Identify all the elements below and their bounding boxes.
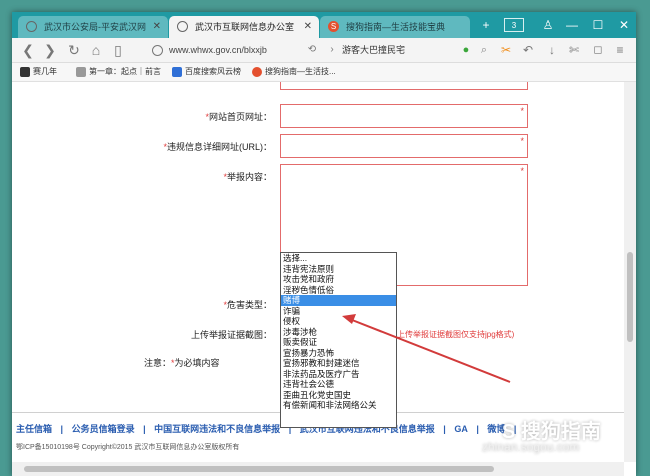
- annotation-arrow: [342, 314, 511, 383]
- browser-window: 武汉市公安局-平安武汉网 ✕ 武汉市互联网信息办公室 ✕ S 搜狗指南—生活技能…: [12, 12, 636, 476]
